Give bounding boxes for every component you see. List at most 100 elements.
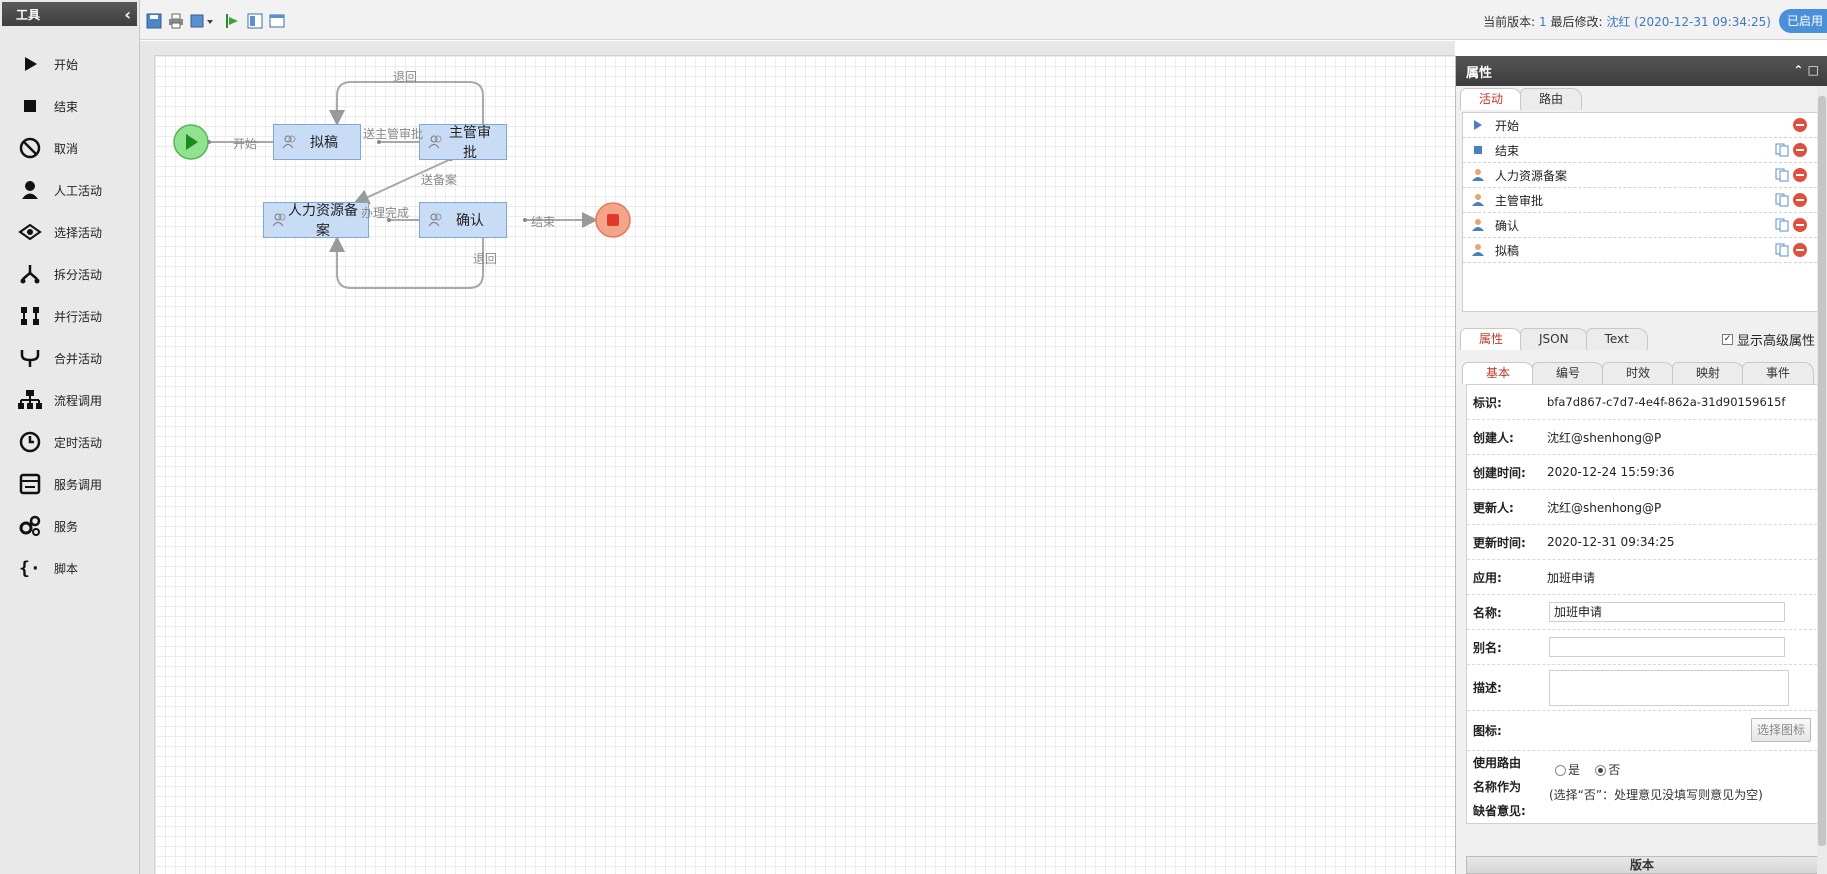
user-icon: [1471, 218, 1485, 232]
export-dropdown-icon[interactable]: [190, 12, 214, 30]
tool-item-service[interactable]: 服务: [0, 504, 138, 548]
canvas-frame: 拟稿 主管审批 人力资源备案 确认 开始 退回 送主管审批 送备案 办理完成 结…: [140, 41, 1455, 874]
node-hr-record[interactable]: 人力资源备案: [263, 202, 369, 239]
attribute-section: 属性 JSON Text ✓ 显示高级属性 基本 编号 时效 映射 事件 标识:…: [1456, 326, 1827, 824]
tool-item-label: 服务: [54, 519, 79, 534]
node-confirm[interactable]: 确认: [419, 202, 507, 238]
attr-key: 使用路由 名称作为 缺省意见:: [1467, 751, 1547, 823]
edge-label-send-manager[interactable]: 送主管审批: [363, 125, 423, 142]
copy-icon[interactable]: [1775, 168, 1789, 182]
service-call-icon: [16, 470, 44, 498]
edge-label-back-top[interactable]: 退回: [393, 68, 417, 85]
version-info: 当前版本: 1 最后修改: 沈红 (2020-12-31 09:34:25): [1483, 13, 1771, 30]
version-number[interactable]: 1: [1539, 15, 1547, 29]
tool-item-script[interactable]: {·} 脚本: [0, 546, 138, 590]
tab-events[interactable]: 事件: [1742, 362, 1814, 384]
print-icon[interactable]: [167, 12, 185, 30]
maximize-icon[interactable]: □: [1808, 63, 1819, 77]
tab-activity[interactable]: 活动: [1460, 88, 1523, 110]
tool-item-merge[interactable]: 合并活动: [0, 336, 138, 380]
tool-item-label: 选择活动: [54, 225, 103, 240]
edge-label-start[interactable]: 开始: [233, 135, 257, 152]
scrollbar-thumb[interactable]: [1818, 96, 1826, 846]
tool-item-parallel[interactable]: 并行活动: [0, 294, 138, 338]
attribute-table: 标识: bfa7d867-c7d7-4e4f-862a-31d90159615f…: [1466, 384, 1818, 824]
node-manager-approve[interactable]: 主管审批: [419, 124, 507, 161]
tool-item-end[interactable]: 结束: [0, 84, 138, 128]
delete-icon[interactable]: [1793, 243, 1807, 257]
choose-icon-button[interactable]: 选择图标: [1751, 718, 1811, 742]
tool-item-label: 开始: [54, 57, 79, 72]
tab-route[interactable]: 路由: [1520, 88, 1583, 110]
tool-item-manual[interactable]: 人工活动: [0, 168, 138, 212]
name-input[interactable]: 加班申请: [1549, 602, 1785, 622]
collapse-left-icon[interactable]: ‹: [124, 5, 131, 24]
activity-label: 拟稿: [1495, 243, 1520, 258]
tab-timing[interactable]: 时效: [1602, 362, 1674, 384]
collapse-up-icon[interactable]: ⌃: [1793, 63, 1803, 77]
radio-yes[interactable]: [1555, 765, 1566, 776]
delete-icon[interactable]: [1793, 193, 1807, 207]
tool-item-label: 结束: [54, 99, 79, 114]
tab-numbering[interactable]: 编号: [1532, 362, 1604, 384]
layout-icon[interactable]: [246, 12, 264, 30]
choice-eye-icon: [16, 218, 44, 246]
flow-canvas[interactable]: 拟稿 主管审批 人力资源备案 确认 开始 退回 送主管审批 送备案 办理完成 结…: [154, 55, 1455, 874]
attr-key: 名称:: [1473, 605, 1502, 620]
window-icon[interactable]: [268, 12, 286, 30]
version-label: 当前版本:: [1483, 15, 1540, 29]
tool-item-choice[interactable]: 选择活动: [0, 210, 138, 254]
delete-icon[interactable]: [1793, 218, 1807, 232]
show-advanced-checkbox[interactable]: ✓ 显示高级属性: [1721, 330, 1815, 349]
edge-label-end[interactable]: 结束: [531, 213, 555, 230]
edge-label-back-bottom[interactable]: 退回: [473, 250, 497, 267]
tab-mapping[interactable]: 映射: [1672, 362, 1744, 384]
edge-label-send-record[interactable]: 送备案: [421, 171, 457, 188]
flow-start-icon[interactable]: [223, 12, 241, 30]
copy-icon[interactable]: [1775, 243, 1789, 257]
copy-icon[interactable]: [1775, 218, 1789, 232]
tool-item-cancel[interactable]: 取消: [0, 126, 138, 170]
list-item[interactable]: 拟稿: [1463, 238, 1817, 263]
save-icon[interactable]: [145, 12, 163, 30]
toolbox-header: 工具 ‹: [2, 2, 137, 26]
edge-label-done[interactable]: 办理完成: [361, 204, 409, 221]
script-braces-icon: {·}: [16, 554, 44, 582]
tab-text[interactable]: Text: [1585, 328, 1648, 350]
tool-item-timer[interactable]: 定时活动: [0, 420, 138, 464]
alias-input[interactable]: [1549, 637, 1785, 657]
tool-item-label: 并行活动: [54, 309, 103, 324]
tab-json[interactable]: JSON: [1520, 328, 1588, 350]
show-advanced-label: 显示高级属性: [1736, 334, 1815, 349]
attr-row-name: 名称: 加班申请: [1467, 595, 1817, 630]
tool-item-service-call[interactable]: 服务调用: [0, 462, 138, 506]
delete-icon[interactable]: [1793, 143, 1807, 157]
node-label: 确认: [456, 213, 484, 229]
list-item[interactable]: 确认: [1463, 213, 1817, 238]
tool-item-split[interactable]: 拆分活动: [0, 252, 138, 296]
list-item[interactable]: 结束: [1463, 138, 1817, 163]
route-default-options: 是 否 (选择“否”：处理意见没填写则意见为空): [1549, 761, 1763, 803]
version-section-bar[interactable]: 版本: [1466, 856, 1818, 874]
svg-text:{·}: {·}: [19, 558, 42, 579]
node-label: 主管审批: [449, 125, 491, 161]
node-draft[interactable]: 拟稿: [273, 124, 361, 160]
list-item[interactable]: 主管审批: [1463, 188, 1817, 213]
tab-basic[interactable]: 基本: [1462, 362, 1534, 384]
list-item[interactable]: 人力资源备案: [1463, 163, 1817, 188]
delete-icon[interactable]: [1793, 118, 1807, 132]
attr-key: 创建人:: [1473, 430, 1514, 445]
tool-item-subprocess[interactable]: 流程调用: [0, 378, 138, 422]
copy-icon[interactable]: [1775, 143, 1789, 157]
description-textarea[interactable]: [1549, 670, 1789, 706]
tool-item-start[interactable]: 开始: [0, 42, 138, 86]
radio-no[interactable]: [1595, 765, 1607, 776]
delete-icon[interactable]: [1793, 168, 1807, 182]
parallel-icon: [16, 302, 44, 330]
copy-icon[interactable]: [1775, 193, 1789, 207]
tab-attributes[interactable]: 属性: [1460, 328, 1523, 350]
list-item[interactable]: 开始: [1463, 113, 1817, 138]
route-label-line: 使用路由: [1473, 756, 1522, 770]
checkbox-checked-icon[interactable]: ✓: [1721, 334, 1733, 345]
enabled-button[interactable]: 已启用: [1779, 9, 1827, 33]
